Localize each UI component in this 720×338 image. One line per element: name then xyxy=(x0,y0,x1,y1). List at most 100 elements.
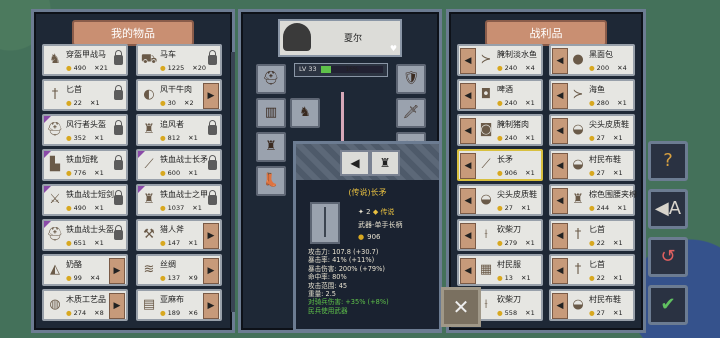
take-arrow-button[interactable]: ◀ xyxy=(552,118,568,144)
armor-icon: ♜ xyxy=(379,156,391,170)
take-item-button[interactable]: ◀ xyxy=(340,150,370,176)
item-name: 砍柴刀 xyxy=(497,295,521,304)
lock-icon[interactable] xyxy=(114,120,123,135)
item-qty: ✕8 xyxy=(92,309,104,317)
take-arrow-button[interactable]: ◀ xyxy=(460,48,476,74)
take-arrow-button[interactable]: ◀ xyxy=(460,153,476,179)
list-item[interactable]: ⟋ 长矛 906 ✕1 ◀ xyxy=(457,149,543,181)
list-item[interactable]: ⚔ 铁血战士短剑 490 ✕1 xyxy=(42,184,128,216)
item-name: 追风者 xyxy=(160,120,184,129)
list-item[interactable]: ⛑风行者头盔 352 ✕1 xyxy=(42,114,128,146)
lock-icon[interactable] xyxy=(208,190,217,205)
list-item[interactable]: ▦ 村民服 13 ✕1 ◀ xyxy=(457,254,543,286)
list-item[interactable]: ◙ 腌制猪肉 240 ✕1 ◀ xyxy=(457,114,543,146)
left-scrollbar[interactable] xyxy=(231,52,235,312)
list-item[interactable]: ▤ 亚麻布 189 ✕6 ▶ xyxy=(136,289,222,321)
item-name: 猎人斧 xyxy=(160,225,184,234)
list-item[interactable]: ◐ 风干牛肉 30 ✕2 ▶ xyxy=(136,79,222,111)
list-item[interactable]: † 匕首 22 ✕1 ◀ xyxy=(549,254,635,286)
cape-slot[interactable]: ▥ xyxy=(256,98,286,128)
take-arrow-button[interactable]: ◀ xyxy=(552,83,568,109)
question-icon: ? xyxy=(663,150,673,171)
reset-button[interactable]: ↺ xyxy=(648,237,688,277)
lock-icon[interactable] xyxy=(114,225,123,240)
list-item[interactable]: ◭ 奶酪 99 ✕4 ▶ xyxy=(42,254,128,286)
sell-arrow-button[interactable]: ▶ xyxy=(109,258,125,284)
list-item[interactable]: ● 黑面包 200 ✕4 ◀ xyxy=(549,44,635,76)
item-qty: ✕21 xyxy=(92,64,108,72)
question-button[interactable]: ? xyxy=(648,141,688,181)
close-button[interactable]: ✕ xyxy=(441,287,481,327)
weapon-slot-2[interactable]: 🗡 xyxy=(396,98,426,128)
character-card[interactable]: 夏尔 ♥ xyxy=(278,19,402,57)
list-item[interactable]: ◒ 村民布鞋 27 ✕1 ◀ xyxy=(549,289,635,321)
list-item[interactable]: ♞ 穿盔甲战马 490 ✕21 xyxy=(42,44,128,76)
item-price: 30 ✕2 xyxy=(160,99,194,107)
list-item[interactable]: ♜ 追风者 812 ✕1 xyxy=(136,114,222,146)
take-arrow-button[interactable]: ◀ xyxy=(552,48,568,74)
sell-arrow-button[interactable]: ▶ xyxy=(203,223,219,249)
lock-icon[interactable] xyxy=(114,50,123,65)
lock-icon[interactable] xyxy=(208,50,217,65)
sell-arrow-button[interactable]: ▶ xyxy=(109,293,125,319)
take-arrow-button[interactable]: ◀ xyxy=(460,83,476,109)
item-price: 812 ✕1 xyxy=(160,134,198,142)
item-price: 137 ✕9 xyxy=(160,274,198,282)
list-item[interactable]: ◒ 尖头皮质鞋 27 ✕1 ◀ xyxy=(457,184,543,216)
lock-icon[interactable] xyxy=(114,85,123,100)
item-qty: ✕2 xyxy=(181,99,194,107)
take-arrow-button[interactable]: ◀ xyxy=(460,188,476,214)
take-arrow-button[interactable]: ◀ xyxy=(552,293,568,319)
list-item[interactable]: ♜ 棕色围腰夹棉 244 ✕1 ◀ xyxy=(549,184,637,216)
item-name: 海鱼 xyxy=(589,85,605,94)
sell-arrow-button[interactable]: ▶ xyxy=(203,83,219,109)
list-item[interactable]: ⚒ 猎人斧 147 ✕1 ▶ xyxy=(136,219,222,251)
xp-fill xyxy=(321,66,331,73)
item-price: 27 ✕1 xyxy=(589,134,623,142)
list-item[interactable]: ♜ 铁血战士之甲 1037 ✕1 xyxy=(136,184,222,216)
item-name: 亚麻布 xyxy=(160,295,184,304)
take-arrow-button[interactable]: ◀ xyxy=(552,223,568,249)
mount-slot[interactable]: ♞ xyxy=(290,98,320,128)
sell-arrow-button[interactable]: ▶ xyxy=(203,293,219,319)
fish-icon: ≻ xyxy=(480,52,492,67)
lock-icon[interactable] xyxy=(114,190,123,205)
take-arrow-button[interactable]: ◀ xyxy=(552,188,568,214)
list-item[interactable]: ◒ 村民布鞋 27 ✕1 ◀ xyxy=(549,149,635,181)
dagger-icon: † xyxy=(51,87,59,102)
confirm-button[interactable]: ✔ xyxy=(648,285,688,325)
list-item[interactable]: ▙ 铁血短靴 776 ✕1 xyxy=(42,149,128,181)
take-arrow-button[interactable]: ◀ xyxy=(460,258,476,284)
list-item[interactable]: † 匕首 22 ✕1 ◀ xyxy=(549,219,635,251)
list-item[interactable]: ◘ 啤酒 240 ✕1 ◀ xyxy=(457,79,543,111)
equip-item-button[interactable]: ♜ xyxy=(370,150,400,176)
item-price: 147 ✕1 xyxy=(160,239,198,247)
item-qty: ✕1 xyxy=(610,134,623,142)
lock-icon[interactable] xyxy=(114,155,123,170)
list-item[interactable]: ≋ 丝绸 137 ✕9 ▶ xyxy=(136,254,222,286)
item-name: 匕首 xyxy=(589,225,605,234)
shield-slot[interactable]: 🛡 xyxy=(396,64,426,94)
take-arrow-button[interactable]: ◀ xyxy=(552,153,568,179)
item-price: 558 ✕1 xyxy=(497,309,535,317)
list-item[interactable]: ⟊ 砍柴刀 279 ✕1 ◀ xyxy=(457,219,543,251)
list-item[interactable]: ≻ 海鱼 280 ✕1 ◀ xyxy=(549,79,635,111)
item-price: 200 ✕4 xyxy=(589,64,627,72)
lock-icon[interactable] xyxy=(208,155,217,170)
boots-slot[interactable]: 👢 xyxy=(256,166,286,196)
auto-loot-button[interactable]: ◀A xyxy=(648,189,688,229)
sell-arrow-button[interactable]: ▶ xyxy=(203,258,219,284)
lock-icon[interactable] xyxy=(208,120,217,135)
take-arrow-button[interactable]: ◀ xyxy=(552,258,568,284)
list-item[interactable]: ≻ 腌制淡水鱼 240 ✕4 ◀ xyxy=(457,44,543,76)
list-item[interactable]: ◍ 木质工艺品 274 ✕8 ▶ xyxy=(42,289,128,321)
list-item[interactable]: ◒ 尖头皮质鞋 27 ✕1 ◀ xyxy=(549,114,635,146)
take-arrow-button[interactable]: ◀ xyxy=(460,223,476,249)
take-arrow-button[interactable]: ◀ xyxy=(460,118,476,144)
list-item[interactable]: ⛑铁血战士头盔 651 ✕1 xyxy=(42,219,128,251)
armor-slot[interactable]: ♜ xyxy=(256,132,286,162)
list-item[interactable]: † 匕首 22 ✕1 xyxy=(42,79,128,111)
list-item[interactable]: ⛟马车 1225 ✕20 xyxy=(136,44,222,76)
helmet-slot[interactable]: ⛑ xyxy=(256,64,286,94)
list-item[interactable]: ⟋ 铁血战士长矛 600 ✕1 xyxy=(136,149,222,181)
